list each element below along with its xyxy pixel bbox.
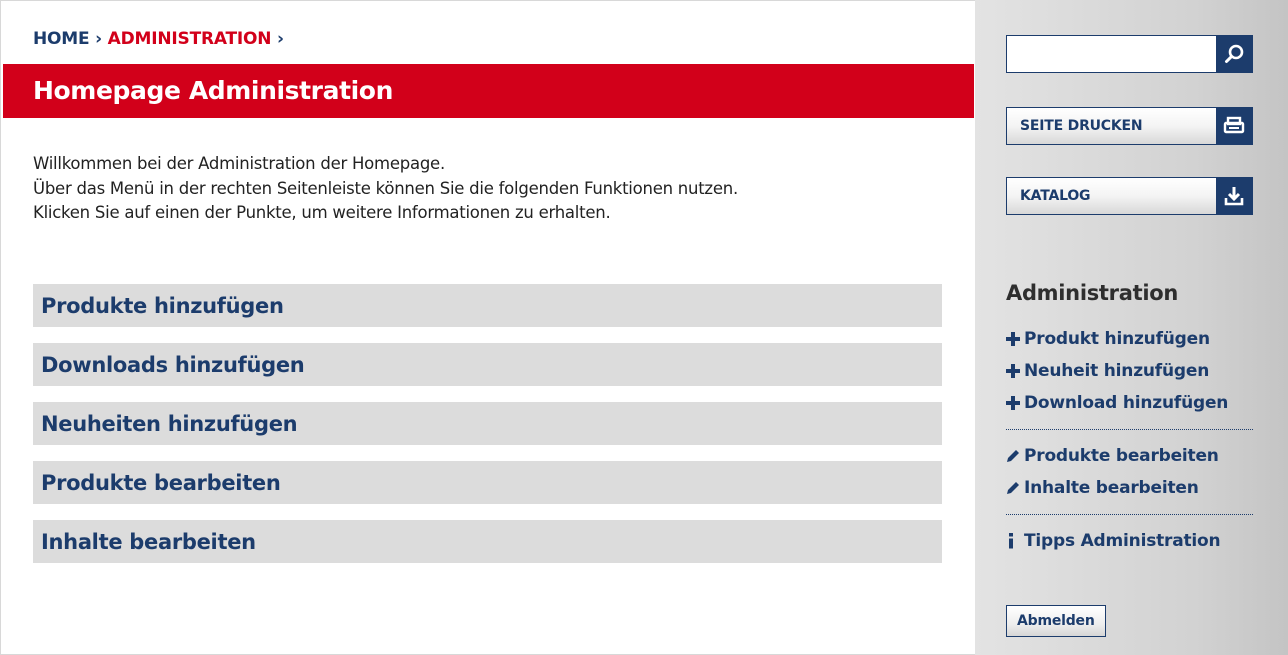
catalog-icon-box xyxy=(1216,178,1252,214)
menu-item-label: Produkte bearbeiten xyxy=(41,470,281,495)
breadcrumb: HOME › ADMINISTRATION › xyxy=(33,29,284,49)
breadcrumb-separator: › xyxy=(95,29,102,49)
info-icon xyxy=(1006,533,1024,549)
breadcrumb-current[interactable]: ADMINISTRATION xyxy=(108,29,272,49)
sidebar-link-tipps-administration[interactable]: Tipps Administration xyxy=(1006,525,1253,557)
sidebar-link-label: Produkt hinzufügen xyxy=(1024,329,1210,349)
search-button[interactable] xyxy=(1216,36,1252,72)
intro-line: Klicken Sie auf einen der Punkte, um wei… xyxy=(33,203,611,222)
sidebar-divider xyxy=(1006,514,1253,515)
sidebar-link-label: Download hinzufügen xyxy=(1024,393,1229,413)
title-bar: Homepage Administration xyxy=(3,64,974,118)
search-box xyxy=(1006,35,1253,73)
sidebar-link-produkte-bearbeiten[interactable]: Produkte bearbeiten xyxy=(1006,440,1253,472)
logout-button[interactable]: Abmelden xyxy=(1006,605,1106,637)
plus-icon xyxy=(1006,332,1024,346)
sidebar-link-label: Neuheit hinzufügen xyxy=(1024,361,1210,381)
menu-item-produkte-bearbeiten[interactable]: Produkte bearbeiten xyxy=(33,461,942,504)
sidebar-link-inhalte-bearbeiten[interactable]: Inhalte bearbeiten xyxy=(1006,472,1253,504)
main-content: HOME › ADMINISTRATION › Homepage Adminis… xyxy=(0,0,975,655)
print-page-label: SEITE DRUCKEN xyxy=(1007,108,1216,144)
menu-item-label: Inhalte bearbeiten xyxy=(41,529,256,554)
sidebar-link-label: Tipps Administration xyxy=(1024,531,1221,551)
print-icon-box xyxy=(1216,108,1252,144)
menu-item-produkte-hinzufuegen[interactable]: Produkte hinzufügen xyxy=(33,284,942,327)
sidebar-divider xyxy=(1006,429,1253,430)
sidebar-link-download-hinzufuegen[interactable]: Download hinzufügen xyxy=(1006,387,1253,419)
intro-line: Willkommen bei der Administration der Ho… xyxy=(33,154,445,173)
menu-item-downloads-hinzufuegen[interactable]: Downloads hinzufügen xyxy=(33,343,942,386)
pencil-icon xyxy=(1006,481,1024,495)
plus-icon xyxy=(1006,364,1024,378)
plus-icon xyxy=(1006,396,1024,410)
page-title: Homepage Administration xyxy=(33,76,393,105)
catalog-label: KATALOG xyxy=(1007,178,1216,214)
sidebar-link-label: Produkte bearbeiten xyxy=(1024,446,1219,466)
pencil-icon xyxy=(1006,449,1024,463)
sidebar: SEITE DRUCKEN KATALOG Administration Pro… xyxy=(975,0,1288,655)
sidebar-link-produkt-hinzufuegen[interactable]: Produkt hinzufügen xyxy=(1006,323,1253,355)
intro-text: Willkommen bei der Administration der Ho… xyxy=(33,152,738,226)
sidebar-link-neuheit-hinzufuegen[interactable]: Neuheit hinzufügen xyxy=(1006,355,1253,387)
printer-icon xyxy=(1223,116,1245,134)
admin-menu: Produkte hinzufügen Downloads hinzufügen… xyxy=(33,284,942,579)
download-icon xyxy=(1224,187,1244,206)
menu-item-label: Neuheiten hinzufügen xyxy=(41,411,298,436)
sidebar-heading: Administration xyxy=(1006,281,1178,305)
sidebar-link-label: Inhalte bearbeiten xyxy=(1024,478,1199,498)
intro-line: Über das Menü in der rechten Seitenleist… xyxy=(33,178,738,198)
search-input[interactable] xyxy=(1007,36,1216,72)
menu-item-label: Produkte hinzufügen xyxy=(41,293,284,318)
catalog-button[interactable]: KATALOG xyxy=(1006,177,1253,215)
breadcrumb-home[interactable]: HOME xyxy=(33,29,90,49)
menu-item-label: Downloads hinzufügen xyxy=(41,352,305,377)
menu-item-neuheiten-hinzufuegen[interactable]: Neuheiten hinzufügen xyxy=(33,402,942,445)
sidebar-add-links: Produkt hinzufügen Neuheit hinzufügen Do… xyxy=(1006,323,1253,557)
menu-item-inhalte-bearbeiten[interactable]: Inhalte bearbeiten xyxy=(33,520,942,563)
breadcrumb-separator: › xyxy=(277,29,284,49)
print-page-button[interactable]: SEITE DRUCKEN xyxy=(1006,107,1253,145)
search-icon xyxy=(1225,44,1244,63)
